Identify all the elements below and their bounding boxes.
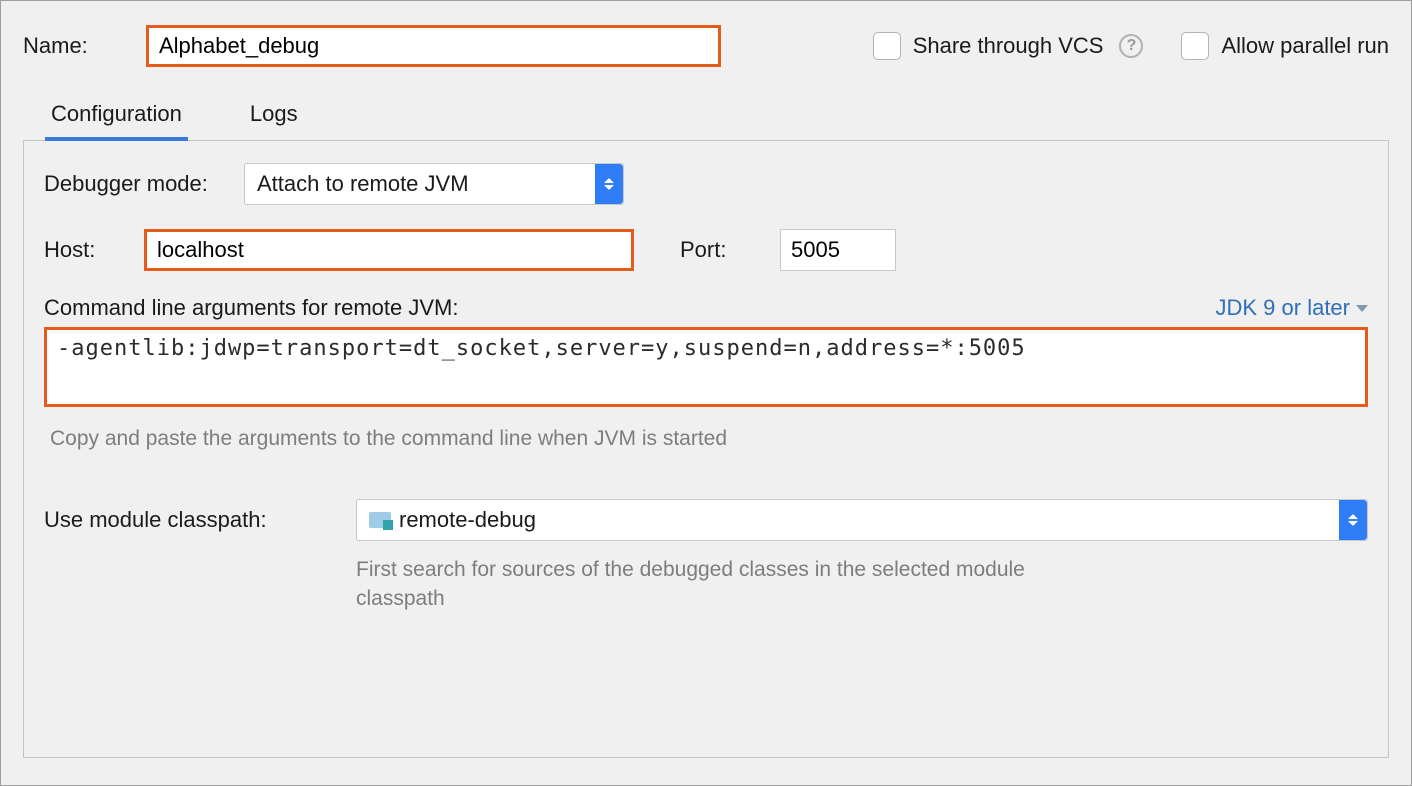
tab-configuration[interactable]: Configuration [45, 97, 188, 141]
cmd-args-hint: Copy and paste the arguments to the comm… [50, 427, 1368, 451]
stepper-arrows-icon [1339, 500, 1367, 540]
debugger-mode-row: Debugger mode: Attach to remote JVM [44, 163, 1368, 205]
jdk-version-link[interactable]: JDK 9 or later [1216, 295, 1369, 321]
cmd-args-box[interactable] [44, 327, 1368, 407]
name-label: Name: [23, 33, 128, 59]
share-vcs-checkbox[interactable] [873, 32, 901, 60]
module-row: Use module classpath: remote-debug First… [44, 499, 1368, 614]
run-config-dialog: Name: Share through VCS ? Allow parallel… [1, 1, 1411, 785]
help-icon[interactable]: ? [1119, 34, 1143, 58]
debugger-mode-value: Attach to remote JVM [245, 171, 595, 197]
host-port-row: Host: Port: [44, 229, 1368, 271]
host-input[interactable] [144, 229, 634, 271]
jdk-version-text: JDK 9 or later [1216, 295, 1351, 321]
tab-logs[interactable]: Logs [244, 97, 304, 141]
debugger-mode-select[interactable]: Attach to remote JVM [244, 163, 624, 205]
allow-parallel-label: Allow parallel run [1221, 33, 1389, 59]
module-folder-icon [369, 512, 391, 528]
name-input[interactable] [146, 25, 721, 67]
module-classpath-value: remote-debug [399, 507, 536, 533]
module-classpath-label: Use module classpath: [44, 499, 340, 533]
share-vcs-label: Share through VCS [913, 33, 1104, 59]
cmd-label-row: Command line arguments for remote JVM: J… [44, 295, 1368, 321]
configuration-panel: Debugger mode: Attach to remote JVM Host… [23, 140, 1389, 758]
module-classpath-hint: First search for sources of the debugged… [356, 555, 1036, 614]
top-row: Name: Share through VCS ? Allow parallel… [23, 25, 1389, 67]
chevron-down-icon [1356, 305, 1368, 312]
module-classpath-select[interactable]: remote-debug [356, 499, 1368, 541]
tabs: Configuration Logs [23, 97, 1389, 141]
port-label: Port: [680, 237, 780, 263]
host-label: Host: [44, 237, 144, 263]
debugger-mode-label: Debugger mode: [44, 171, 244, 197]
stepper-arrows-icon [595, 164, 623, 204]
cmd-args-label: Command line arguments for remote JVM: [44, 295, 459, 321]
share-vcs-option[interactable]: Share through VCS ? [873, 32, 1144, 60]
allow-parallel-checkbox[interactable] [1181, 32, 1209, 60]
allow-parallel-option[interactable]: Allow parallel run [1181, 32, 1389, 60]
port-input[interactable] [780, 229, 896, 271]
